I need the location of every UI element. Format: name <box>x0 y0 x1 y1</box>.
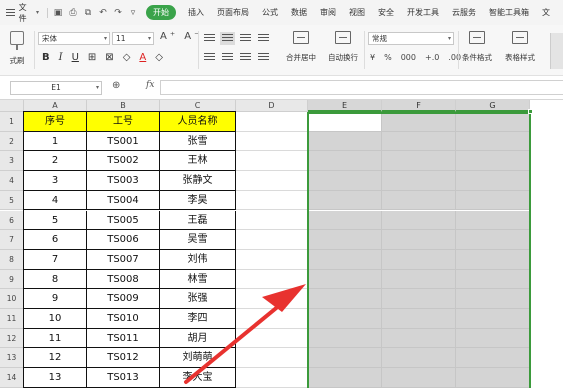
chevron-down-icon: ▾ <box>147 35 151 42</box>
file-menu-button[interactable]: 文件 ▾ <box>6 2 39 24</box>
wrap-text-button[interactable]: 自动换行 <box>328 31 358 63</box>
customize-icon[interactable]: ▿ <box>128 8 138 18</box>
redo-icon[interactable]: ↷ <box>113 8 123 18</box>
arrow-shaft <box>184 298 288 384</box>
tab-0[interactable]: 开始 <box>146 5 176 20</box>
borders-icon[interactable]: ⊞ <box>88 52 96 63</box>
annotation-arrow <box>184 284 306 384</box>
tab-1[interactable]: 插入 <box>188 7 204 18</box>
chevron-down-icon: ▾ <box>447 35 451 42</box>
arrow-head <box>262 284 306 312</box>
font-size-select[interactable]: 11 ▾ <box>112 32 154 45</box>
font-name-select[interactable]: 宋体 ▾ <box>38 32 110 45</box>
wrap-text-icon <box>335 31 351 44</box>
number-format-select[interactable]: 常规 ▾ <box>368 32 454 45</box>
italic-button[interactable]: I <box>59 52 63 63</box>
ribbon-divider <box>458 31 459 69</box>
merge-center-label: 合并居中 <box>286 53 316 62</box>
table-style-icon <box>512 31 528 44</box>
quick-access-toolbar: ▣ ⎙ ⧉ ↶ ↷ ▿ <box>47 7 138 18</box>
ribbon-divider <box>34 31 35 69</box>
align-bottom-icon[interactable] <box>240 34 251 43</box>
cell-shading-icon[interactable]: ⊠ <box>105 52 113 63</box>
chevron-down-icon: ▾ <box>95 84 99 91</box>
merge-center-button[interactable]: 合并居中 <box>286 31 316 63</box>
tab-3[interactable]: 公式 <box>262 7 278 18</box>
ribbon-divider <box>364 31 365 69</box>
tab-10[interactable]: 智能工具箱 <box>489 7 529 18</box>
toolbar-divider <box>47 7 48 18</box>
number-format-buttons: ¥ % 000 +.0 .00 <box>370 53 461 62</box>
tab-11[interactable]: 文 <box>542 7 550 18</box>
spreadsheet-window: 文件 ▾ ▣ ⎙ ⧉ ↶ ↷ ▿ 开始 插入 页面布局 公式 数据 审阅 视图 安全 开发工具 云… <box>0 0 563 388</box>
font-color-button[interactable]: A <box>139 52 146 63</box>
menu-icon <box>6 9 15 16</box>
clear-format-icon[interactable]: ◇ <box>155 52 163 63</box>
decrease-decimal-button[interactable]: .00 <box>448 53 461 62</box>
name-box[interactable]: E1 ▾ <box>10 81 102 95</box>
chevron-down-icon: ▾ <box>35 9 39 16</box>
ribbon-divider <box>198 31 199 69</box>
tab-6[interactable]: 视图 <box>349 7 365 18</box>
chevron-down-icon: ▾ <box>103 35 107 42</box>
font-name-value: 宋体 <box>42 34 57 43</box>
font-grow-shrink-buttons[interactable]: A⁺ A⁻ <box>160 31 202 42</box>
tab-2[interactable]: 页面布局 <box>217 7 249 18</box>
bold-button[interactable]: B <box>42 52 50 63</box>
format-painter-icon <box>10 31 24 50</box>
conditional-format-button[interactable]: 条件格式 <box>462 31 492 63</box>
print-preview-icon[interactable]: ⧉ <box>83 8 93 18</box>
indent-icon[interactable] <box>258 34 269 43</box>
fill-color-icon[interactable]: ◇ <box>123 52 131 63</box>
percent-button[interactable]: % <box>384 53 392 62</box>
table-style-button[interactable]: 表格样式 <box>505 31 535 63</box>
currency-icon[interactable]: ¥ <box>370 53 375 62</box>
table-style-label: 表格样式 <box>505 53 535 62</box>
zoom-icon[interactable]: ⊕ <box>112 80 120 91</box>
tab-7[interactable]: 安全 <box>378 7 394 18</box>
undo-icon[interactable]: ↶ <box>98 8 108 18</box>
file-menu-label: 文件 <box>18 2 27 23</box>
conditional-format-icon <box>469 31 485 44</box>
sheet-grid[interactable]: A B C D E F G 1 序号 工号 人员名称 2 1 TS001 张雪 3 2 TS002 王林 4 3 TS00… <box>0 100 563 388</box>
menu-bar: 文件 ▾ ▣ ⎙ ⧉ ↶ ↷ ▿ 开始 插入 页面布局 公式 数据 审阅 视图 安全 开发工具 云… <box>0 0 563 25</box>
wrap-text-label: 自动换行 <box>328 53 358 62</box>
name-box-value: E1 <box>51 83 61 92</box>
align-left-icon[interactable] <box>204 53 215 62</box>
align-right-icon[interactable] <box>240 53 251 62</box>
save-icon[interactable]: ▣ <box>53 8 63 18</box>
tab-9[interactable]: 云服务 <box>452 7 476 18</box>
align-top-icon[interactable] <box>204 34 215 43</box>
font-format-row: B I U ⊞ ⊠ ◇ A ◇ <box>42 52 163 63</box>
formula-bar: E1 ▾ ⊕ fx <box>0 76 563 100</box>
tab-8[interactable]: 开发工具 <box>407 7 439 18</box>
thousands-button[interactable]: 000 <box>401 53 416 62</box>
number-format-value: 常规 <box>372 34 387 43</box>
align-center-icon[interactable] <box>222 53 233 62</box>
tab-5[interactable]: 审阅 <box>320 7 336 18</box>
ribbon-tabs: 开始 插入 页面布局 公式 数据 审阅 视图 安全 开发工具 云服务 智能工具箱 文 <box>146 5 563 20</box>
format-painter-label: 式刷 <box>9 56 25 65</box>
font-size-value: 11 <box>116 34 126 43</box>
format-painter-button[interactable]: 式刷 <box>4 31 30 66</box>
tab-4[interactable]: 数据 <box>291 7 307 18</box>
justify-icon[interactable] <box>258 53 269 62</box>
conditional-format-label: 条件格式 <box>462 53 492 62</box>
underline-button[interactable]: U <box>72 52 79 63</box>
formula-input[interactable] <box>160 80 563 95</box>
align-middle-icon[interactable] <box>220 32 235 45</box>
print-icon[interactable]: ⎙ <box>68 8 78 18</box>
ribbon-toolbar: 式刷 宋体 ▾ 11 ▾ A⁺ A⁻ B I U ⊞ ⊠ ◇ A ◇ 合并居中 … <box>0 25 563 76</box>
fx-icon[interactable]: fx <box>146 80 154 90</box>
merge-cells-icon <box>293 31 309 44</box>
alignment-buttons <box>204 32 273 62</box>
ribbon-scroll-button[interactable] <box>550 33 563 69</box>
increase-decimal-button[interactable]: +.0 <box>425 53 439 62</box>
